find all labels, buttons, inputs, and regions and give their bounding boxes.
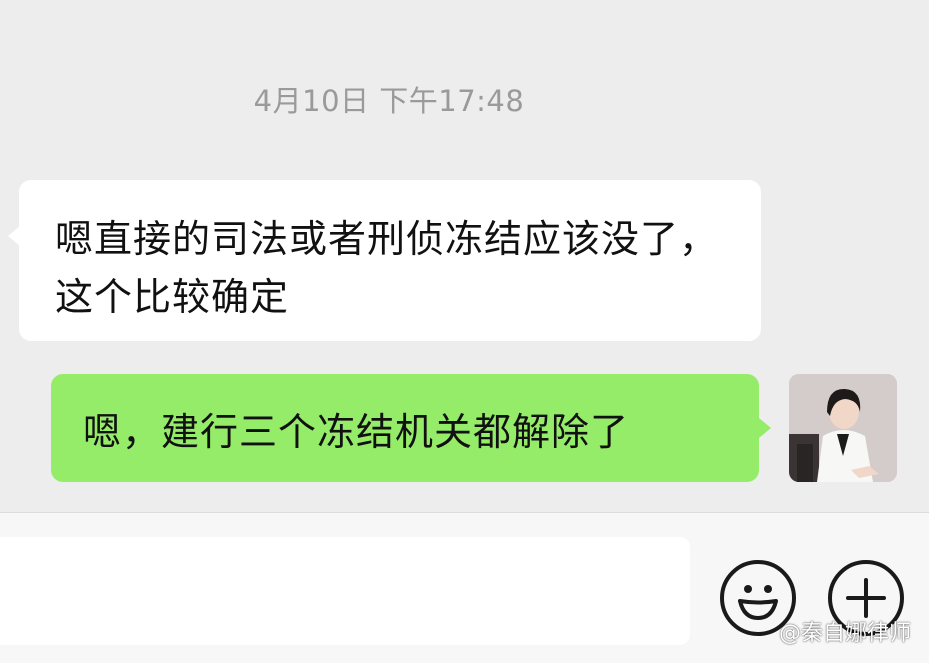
input-bar: @秦自娜律师 xyxy=(0,512,929,663)
watermark: @秦自娜律师 xyxy=(779,615,911,647)
watermark-text: @秦自娜律师 xyxy=(778,621,911,646)
message-input[interactable] xyxy=(0,537,690,645)
sent-message-text: 嗯，建行三个冻结机关都解除了 xyxy=(83,409,630,454)
message-timestamp: 4月10日 下午17:48 xyxy=(253,84,525,118)
received-message-text: 嗯直接的司法或者刑侦冻结应该没了，这个比较确定 xyxy=(55,217,719,319)
chat-area[interactable]: 4月10日 下午17:48 嗯直接的司法或者刑侦冻结应该没了，这个比较确定 嗯，… xyxy=(0,0,929,512)
avatar-portrait-image xyxy=(789,374,897,482)
user-avatar[interactable] xyxy=(789,374,897,482)
received-message-bubble[interactable]: 嗯直接的司法或者刑侦冻结应该没了，这个比较确定 xyxy=(8,180,761,341)
sent-message-bubble[interactable]: 嗯，建行三个冻结机关都解除了 xyxy=(51,374,771,482)
